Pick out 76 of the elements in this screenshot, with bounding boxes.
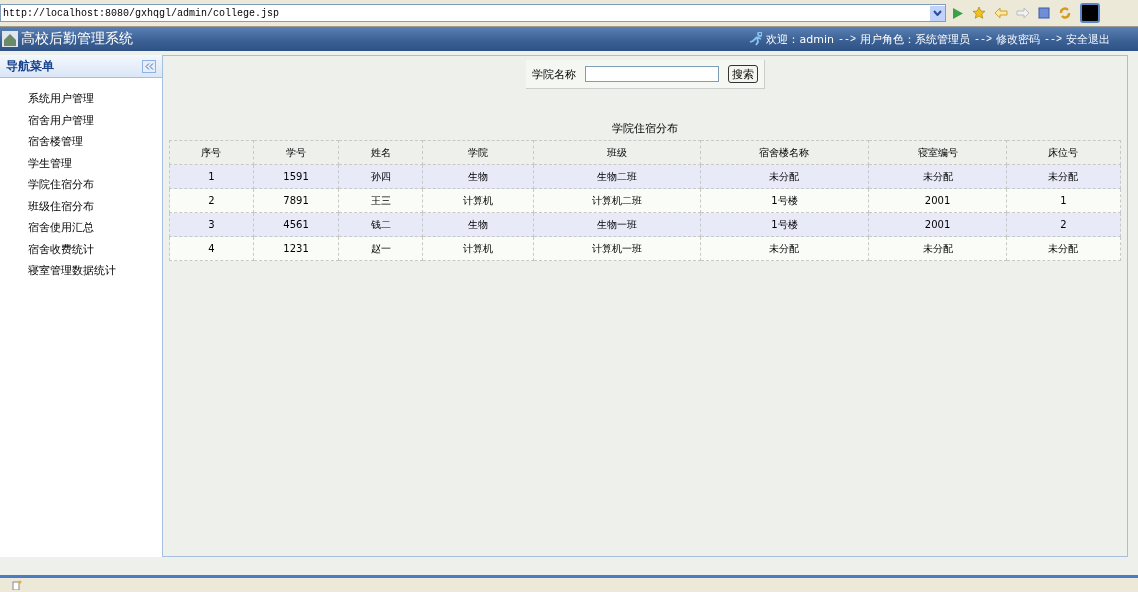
column-header: 学院 [422,140,534,165]
table-cell: 未分配 [1006,236,1121,261]
forward-icon[interactable] [1016,7,1030,19]
table-cell: 钱二 [338,212,423,237]
table-cell: 2 [169,188,254,213]
table-cell: 1 [169,164,254,189]
menu-item[interactable]: 学生管理 [28,152,162,174]
table-cell: 生物 [422,212,534,237]
url-field[interactable]: http://localhost:8080/gxhqgl/admin/college.jsp [0,4,946,22]
refresh-icon[interactable] [1058,6,1072,20]
user-info-text: 欢迎：admin [766,31,834,47]
table-cell: 4 [169,236,254,261]
table-cell: 生物 [422,164,534,189]
table-cell: 王三 [338,188,423,213]
column-header: 寝室编号 [868,140,1007,165]
menu-item[interactable]: 系统用户管理 [28,88,162,110]
table-cell: 生物二班 [533,164,701,189]
table-cell: 计算机 [422,188,534,213]
table-cell: 4561 [253,212,339,237]
table-cell: 1号楼 [700,212,869,237]
home-icon [2,31,18,47]
go-icon[interactable] [952,6,964,20]
column-header: 序号 [169,140,254,165]
table-cell: 未分配 [700,236,869,261]
table-cell: 2 [1006,212,1121,237]
search-field[interactable] [584,66,719,82]
menu-item[interactable]: 宿舍楼管理 [28,131,162,153]
table-cell: 未分配 [868,164,1007,189]
column-header: 宿舍楼名称 [700,140,869,165]
star-icon[interactable] [972,6,986,20]
sidebar-title: 导航菜单 [6,57,54,75]
table-cell: 计算机 [422,236,534,261]
square-icon[interactable] [1080,3,1100,23]
person-icon [749,32,763,46]
header-link[interactable]: 修改密码 [996,31,1040,47]
table-cell: 2001 [868,212,1007,237]
arrow-separator: --> [973,33,992,45]
user-info-text: 用户角色：系统管理员 [859,31,970,47]
column-header: 班级 [533,140,701,165]
table-cell: 未分配 [868,236,1007,261]
table-cell: 1591 [253,164,339,189]
column-header: 床位号 [1006,140,1121,165]
table-cell: 1 [1006,188,1121,213]
table-cell: 未分配 [700,164,869,189]
menu-item[interactable]: 宿舍用户管理 [28,109,162,131]
search-button[interactable]: 搜索 [727,65,758,83]
header-link[interactable]: 安全退出 [1066,31,1110,47]
back-icon[interactable] [994,7,1008,19]
dropdown-button[interactable] [930,5,945,21]
arrow-separator: --> [837,33,856,45]
table-cell: 孙四 [338,164,423,189]
page-icon [12,580,22,590]
menu-item[interactable]: 宿舍使用汇总 [28,217,162,239]
table-cell: 1231 [253,236,339,261]
menu-item[interactable]: 寝室管理数据统计 [28,260,162,282]
table-cell: 赵一 [338,236,423,261]
column-header: 姓名 [338,140,423,165]
table-cell: 计算机一班 [533,236,701,261]
caret-icon [933,10,942,16]
app-title: 高校后勤管理系统 [21,30,133,48]
menu-item[interactable]: 宿舍收费统计 [28,238,162,260]
menu-item[interactable]: 学院住宿分布 [28,174,162,196]
arrow-separator: --> [1044,33,1062,45]
table-title: 学院住宿分布 [612,121,678,136]
table-cell: 计算机二班 [533,188,701,213]
table-cell: 未分配 [1006,164,1121,189]
table-cell: 1号楼 [700,188,869,213]
table-cell: 生物一班 [533,212,701,237]
search-label: 学院名称 [531,66,576,82]
table-cell: 7891 [253,188,339,213]
table-cell: 2001 [868,188,1007,213]
stop-icon[interactable] [1038,7,1050,19]
table-cell: 3 [169,212,254,237]
menu-item[interactable]: 班级住宿分布 [28,195,162,217]
column-header: 学号 [253,140,339,165]
collapse-button[interactable] [142,59,156,73]
